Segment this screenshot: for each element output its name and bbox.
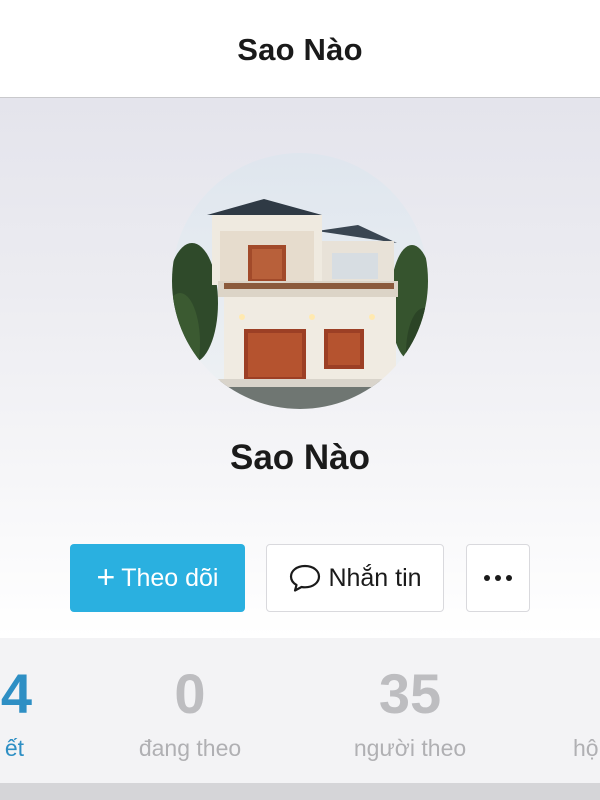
stat-value: 4 <box>0 662 32 725</box>
stat-label: đang theo <box>138 735 242 761</box>
stat-label: hộ <box>573 735 599 761</box>
profile-header: Sao Nào + Theo dõi Nhắn tin <box>0 98 600 638</box>
profile-name: Sao Nào <box>229 438 371 477</box>
profile-stats: 4 ết 0 đang theo 35 người theo hộ <box>0 638 600 783</box>
stat-value: 0 <box>174 662 206 725</box>
follow-button-label: Theo dõi <box>121 563 219 592</box>
house-photo-avatar <box>172 153 428 409</box>
message-button[interactable]: Nhắn tin <box>266 544 444 612</box>
profile-page: Sao Nào Sao Nào + Theo dõi Nhắn tin 4 ết… <box>0 0 600 800</box>
chat-bubble-icon <box>288 563 322 593</box>
follow-button[interactable]: + Theo dõi <box>70 544 245 612</box>
profile-avatar[interactable] <box>172 153 428 409</box>
message-button-label: Nhắn tin <box>328 563 422 592</box>
plus-icon: + <box>96 559 116 595</box>
stat-label: ết <box>4 735 24 761</box>
more-dots-icon <box>484 575 512 581</box>
top-navigation-bar: Sao Nào <box>0 0 600 98</box>
page-title: Sao Nào <box>237 31 363 67</box>
section-divider <box>0 783 600 800</box>
more-options-button[interactable] <box>466 544 530 612</box>
stat-value: 35 <box>378 662 442 725</box>
stat-label: người theo <box>353 735 467 761</box>
